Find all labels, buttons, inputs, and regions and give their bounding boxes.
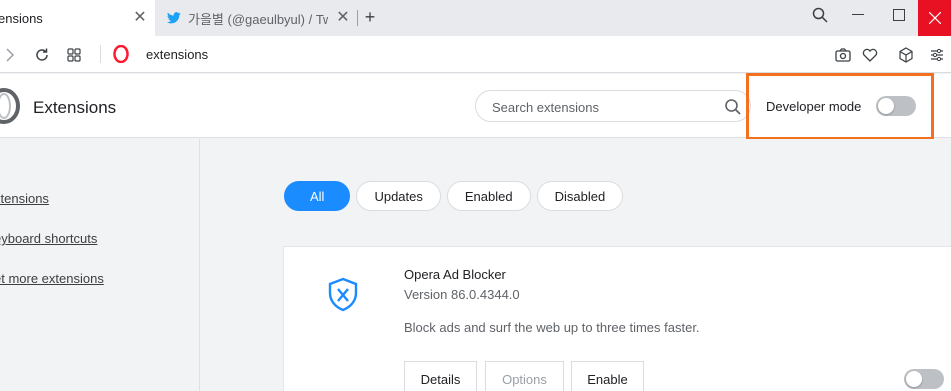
extension-version: Version 86.0.4344.0 (404, 287, 520, 302)
filter-updates[interactable]: Updates (356, 181, 441, 211)
filter-enabled[interactable]: Enabled (446, 181, 531, 211)
sidebar: xtensions eyboard shortcuts et more exte… (0, 139, 200, 391)
details-button[interactable]: Details (404, 361, 477, 391)
forward-icon[interactable] (0, 45, 20, 65)
twitter-bird-icon (166, 10, 182, 26)
sidebar-item-keyboard-shortcuts[interactable]: eyboard shortcuts (0, 231, 97, 246)
filter-all[interactable]: All (284, 181, 351, 211)
new-tab-button[interactable]: + (361, 8, 379, 26)
close-tab-icon[interactable]: ✕ (334, 9, 352, 27)
sidebar-item-get-more-extensions[interactable]: et more extensions (0, 271, 104, 286)
extension-card: Opera Ad Blocker Version 86.0.4344.0 Blo… (283, 246, 951, 391)
extensions-logo-icon (0, 88, 20, 124)
filter-chips: All Updates Enabled Disabled (284, 181, 624, 211)
extension-description: Block ads and surf the web up to three t… (404, 320, 700, 335)
sidebar-item-extensions[interactable]: xtensions (0, 191, 49, 206)
url-text[interactable]: extensions (146, 47, 208, 62)
search-input[interactable] (492, 97, 712, 117)
tab-search-icon[interactable] (800, 0, 840, 30)
enable-button[interactable]: Enable (571, 361, 644, 391)
filter-disabled[interactable]: Disabled (536, 181, 624, 211)
easy-setup-icon[interactable] (927, 45, 947, 65)
heart-icon[interactable] (860, 45, 880, 65)
page-title: Extensions (33, 98, 117, 117)
tab-divider (357, 10, 358, 26)
minimize-button[interactable] (838, 0, 878, 30)
highlight-annotation (746, 73, 934, 140)
reload-icon[interactable] (32, 45, 52, 65)
tab-bar: ensions ✕ 가을별 (@gaeulbyul) / Twit ✕ + (0, 0, 951, 36)
search-box[interactable] (475, 90, 751, 122)
divider (100, 45, 101, 63)
tab-twitter[interactable]: 가을별 (@gaeulbyul) / Twit ✕ (158, 0, 358, 36)
extension-name: Opera Ad Blocker (404, 267, 506, 282)
window-close-button[interactable] (918, 0, 951, 36)
camera-icon[interactable] (833, 45, 853, 65)
tab-extensions[interactable]: ensions ✕ (0, 0, 155, 36)
search-icon (724, 98, 742, 116)
close-tab-icon[interactable]: ✕ (131, 9, 149, 27)
shield-icon (327, 277, 359, 313)
opera-logo-icon (113, 44, 129, 64)
tab-title: 가을별 (@gaeulbyul) / Twit (188, 11, 328, 27)
maximize-button[interactable] (879, 0, 919, 30)
toggle-knob (906, 371, 922, 387)
tab-title: ensions (0, 10, 43, 26)
extension-enable-toggle[interactable] (904, 369, 944, 389)
options-button[interactable]: Options (485, 361, 564, 391)
cube-icon[interactable] (896, 45, 916, 65)
address-bar: extensions (0, 36, 951, 73)
main-content: All Updates Enabled Disabled Opera Ad Bl… (201, 139, 951, 391)
speed-dial-icon[interactable] (64, 45, 84, 65)
